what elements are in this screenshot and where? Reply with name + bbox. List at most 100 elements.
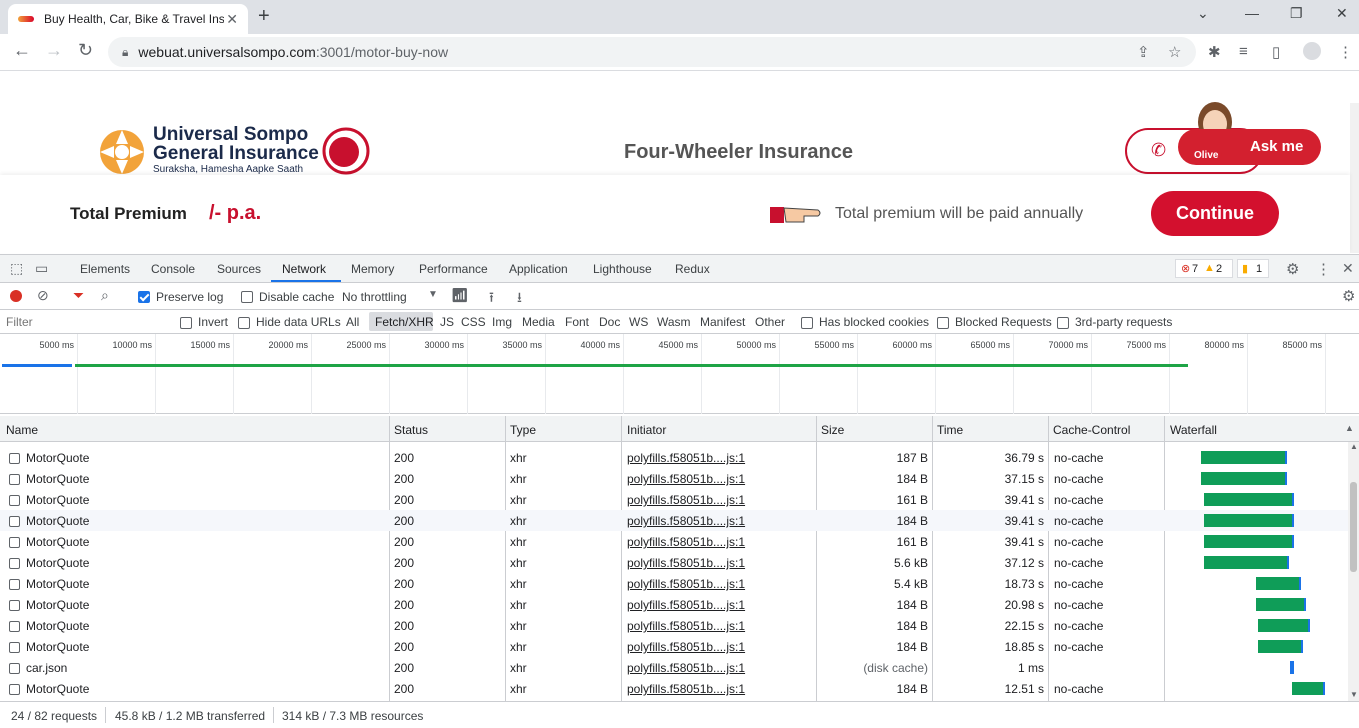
- waterfall-bar[interactable]: [1292, 682, 1326, 695]
- request-name[interactable]: MotorQuote: [26, 682, 89, 696]
- request-name[interactable]: MotorQuote: [26, 619, 89, 633]
- continue-button[interactable]: Continue: [1151, 191, 1279, 236]
- request-name[interactable]: MotorQuote: [26, 451, 89, 465]
- back-icon[interactable]: ←: [13, 40, 31, 61]
- request-initiator-link[interactable]: polyfills.f58051b....js:1: [627, 535, 745, 549]
- request-name[interactable]: MotorQuote: [26, 514, 89, 528]
- table-row[interactable]: MotorQuote 200 xhr polyfills.f58051b....js:…: [0, 552, 1350, 573]
- close-tab-icon[interactable]: ✕: [226, 11, 238, 28]
- network-overview-timeline[interactable]: 5000 ms 10000 ms 15000 ms 20000 ms 25000 ms 3…: [0, 334, 1359, 414]
- type-filter-media[interactable]: Media: [522, 315, 555, 329]
- request-initiator-link[interactable]: polyfills.f58051b....js:1: [627, 640, 745, 654]
- devtools-menu-icon[interactable]: ⋮: [1316, 260, 1331, 278]
- tab-search-icon[interactable]: ⌄: [1197, 5, 1209, 22]
- tab-redux[interactable]: Redux: [675, 262, 710, 276]
- sort-ascending-icon[interactable]: ▲: [1345, 423, 1354, 433]
- tab-sources[interactable]: Sources: [217, 262, 261, 276]
- row-checkbox[interactable]: [9, 474, 20, 486]
- request-initiator-link[interactable]: polyfills.f58051b....js:1: [627, 619, 745, 633]
- row-checkbox[interactable]: [9, 600, 20, 612]
- waterfall-bar[interactable]: [1200, 472, 1288, 485]
- table-row[interactable]: MotorQuote 200 xhr polyfills.f58051b....js:…: [0, 489, 1350, 510]
- waterfall-bar[interactable]: [1200, 451, 1288, 464]
- search-icon[interactable]: ⌕: [101, 287, 109, 304]
- request-name[interactable]: MotorQuote: [26, 577, 89, 591]
- forward-icon[interactable]: →: [45, 40, 63, 61]
- waterfall-bar[interactable]: [1257, 619, 1310, 632]
- import-har-icon[interactable]: ⭱: [489, 287, 494, 311]
- throttling-dropdown-icon[interactable]: ▼: [428, 289, 438, 300]
- address-bar[interactable]: 🔒︎ webuat.universalsompo.com:3001/motor-…: [108, 37, 1196, 67]
- table-row[interactable]: car.json 200 xhr polyfills.f58051b....js:1 (…: [0, 657, 1350, 678]
- request-name[interactable]: MotorQuote: [26, 493, 89, 507]
- column-header-initiator[interactable]: Initiator: [627, 423, 666, 437]
- type-filter-doc[interactable]: Doc: [599, 315, 620, 329]
- request-initiator-link[interactable]: polyfills.f58051b....js:1: [627, 682, 745, 696]
- row-checkbox[interactable]: [9, 558, 20, 570]
- column-header-status[interactable]: Status: [394, 423, 428, 437]
- error-warning-counter[interactable]: ⊗ 7 ▲ 2: [1175, 259, 1233, 278]
- request-initiator-link[interactable]: polyfills.f58051b....js:1: [627, 514, 745, 528]
- disable-cache-checkbox[interactable]: [241, 289, 253, 303]
- row-checkbox[interactable]: [9, 495, 20, 507]
- network-conditions-icon[interactable]: 📶︎: [451, 287, 469, 304]
- type-filter-other[interactable]: Other: [755, 315, 785, 329]
- row-checkbox[interactable]: [9, 537, 20, 549]
- request-name[interactable]: MotorQuote: [26, 472, 89, 486]
- table-row[interactable]: MotorQuote 200 xhr polyfills.f58051b....js:…: [0, 468, 1350, 489]
- network-settings-icon[interactable]: ⚙: [1342, 287, 1355, 305]
- third-party-checkbox[interactable]: [1057, 316, 1069, 329]
- request-initiator-link[interactable]: polyfills.f58051b....js:1: [627, 472, 745, 486]
- tab-console[interactable]: Console: [151, 262, 195, 276]
- waterfall-bar[interactable]: [1290, 661, 1295, 674]
- tab-memory[interactable]: Memory: [351, 262, 394, 276]
- table-row[interactable]: MotorQuote 200 xhr polyfills.f58051b....js:…: [0, 678, 1350, 699]
- request-initiator-link[interactable]: polyfills.f58051b....js:1: [627, 556, 745, 570]
- column-header-waterfall[interactable]: Waterfall: [1170, 423, 1217, 437]
- request-name[interactable]: car.json: [26, 661, 67, 675]
- waterfall-bar[interactable]: [1204, 493, 1295, 506]
- table-row[interactable]: MotorQuote 200 xhr polyfills.f58051b....js:…: [0, 636, 1350, 657]
- waterfall-bar[interactable]: [1204, 556, 1289, 569]
- row-checkbox[interactable]: [9, 663, 20, 675]
- has-blocked-cookies-checkbox[interactable]: [801, 316, 813, 329]
- request-name[interactable]: MotorQuote: [26, 598, 89, 612]
- share-icon[interactable]: ⇪: [1137, 43, 1150, 61]
- request-initiator-link[interactable]: polyfills.f58051b....js:1: [627, 451, 745, 465]
- waterfall-bar[interactable]: [1256, 598, 1307, 611]
- tab-lighthouse[interactable]: Lighthouse: [593, 262, 652, 276]
- type-filter-manifest[interactable]: Manifest: [700, 315, 745, 329]
- row-checkbox[interactable]: [9, 579, 20, 591]
- preserve-log-checkbox[interactable]: [138, 289, 150, 303]
- type-filter-wasm[interactable]: Wasm: [657, 315, 691, 329]
- browser-tab[interactable]: Buy Health, Car, Bike & Travel Insurance…: [8, 4, 248, 34]
- tab-elements[interactable]: Elements: [80, 262, 130, 276]
- type-filter-css[interactable]: CSS: [461, 315, 486, 329]
- row-checkbox[interactable]: [9, 453, 20, 465]
- blocked-requests-checkbox[interactable]: [937, 316, 949, 329]
- device-toolbar-icon[interactable]: ▭: [35, 260, 48, 277]
- profile-avatar-icon[interactable]: [1303, 42, 1321, 60]
- type-filter-img[interactable]: Img: [492, 315, 512, 329]
- waterfall-bar[interactable]: [1257, 640, 1303, 653]
- column-header-type[interactable]: Type: [510, 423, 536, 437]
- scroll-down-icon[interactable]: ▼: [1350, 690, 1358, 699]
- bookmark-star-icon[interactable]: ☆: [1168, 43, 1181, 61]
- menu-kebab-icon[interactable]: ⋮: [1338, 43, 1353, 61]
- restore-icon[interactable]: ❐: [1290, 5, 1303, 22]
- type-filter-ws[interactable]: WS: [629, 315, 648, 329]
- row-checkbox[interactable]: [9, 516, 20, 528]
- ask-me-button[interactable]: Ask me Olive: [1178, 129, 1321, 165]
- table-row[interactable]: MotorQuote 200 xhr polyfills.f58051b....js:…: [0, 594, 1350, 615]
- type-filter-font[interactable]: Font: [565, 315, 589, 329]
- waterfall-bar[interactable]: [1256, 577, 1301, 590]
- waterfall-bar[interactable]: [1204, 514, 1295, 527]
- disable-cache-check[interactable]: [241, 290, 253, 303]
- filter-funnel-icon[interactable]: ⏷: [73, 287, 84, 304]
- export-har-icon[interactable]: ⭳: [517, 287, 522, 311]
- column-header-name[interactable]: Name: [6, 423, 38, 437]
- issues-counter[interactable]: ▮ 1: [1237, 259, 1269, 278]
- request-initiator-link[interactable]: polyfills.f58051b....js:1: [627, 577, 745, 591]
- scrollbar-thumb[interactable]: [1350, 482, 1357, 572]
- media-icon[interactable]: ≡: [1239, 43, 1248, 60]
